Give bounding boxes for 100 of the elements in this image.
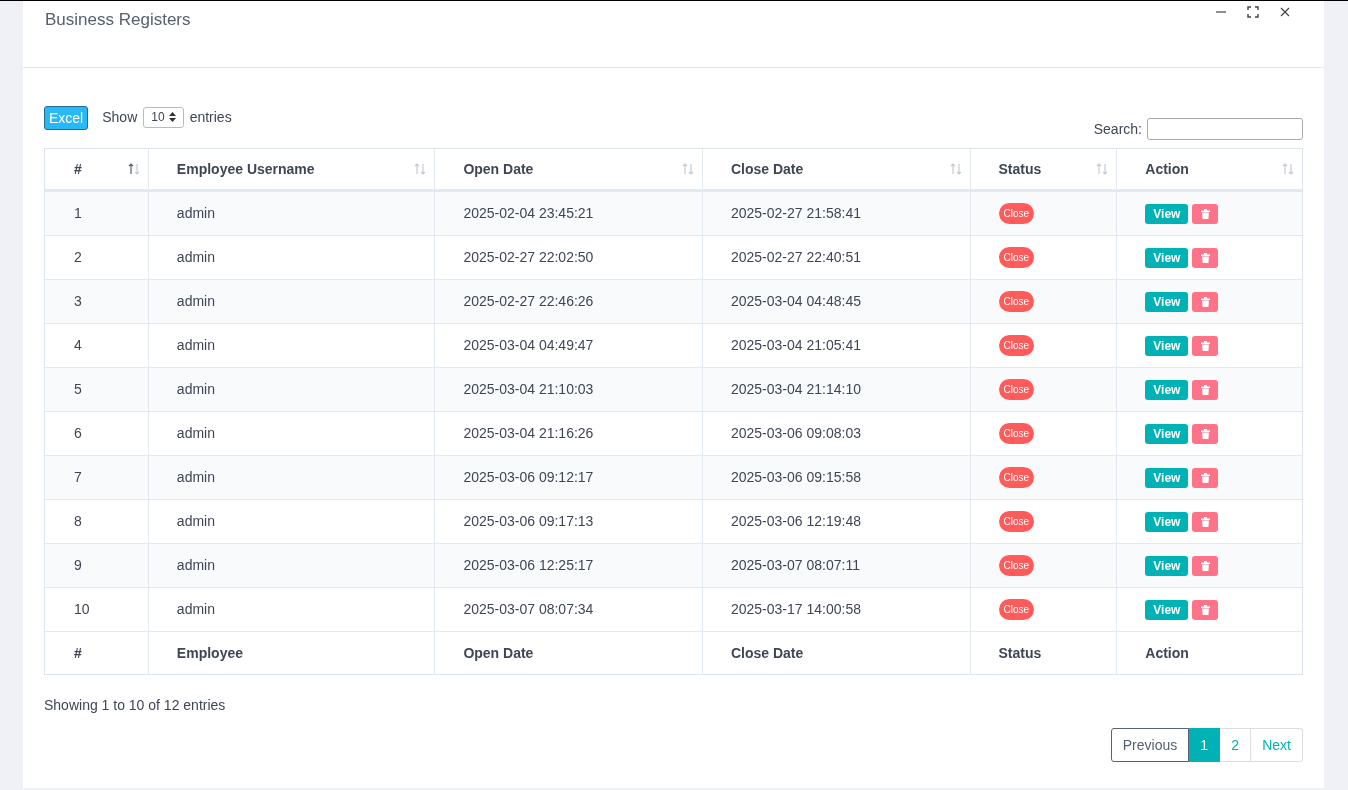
show-label: Show [102,107,138,127]
next-button[interactable]: Next [1251,728,1303,762]
table-cell-text: admin [176,600,215,619]
column-header[interactable]: # [74,158,82,180]
table-cell-text: 6 [74,424,82,443]
search-label: Search: [1093,119,1142,139]
table-cell-text: 2025-03-06 09:15:58 [730,468,861,487]
trash-icon [1200,604,1210,615]
table-cell-text: 7 [74,468,82,487]
delete-button[interactable] [1192,423,1219,444]
column-header[interactable]: Close Date [730,158,804,180]
table-cell-text: admin [176,380,215,399]
table-cell-text: admin [176,556,215,575]
page-button[interactable]: 1 [1189,728,1221,762]
view-button[interactable]: View [1145,335,1189,356]
entries-info: Showing 1 to 10 of 12 entries [44,697,226,713]
window-title: Business Registers [45,9,191,31]
delete-button[interactable] [1192,599,1219,620]
table-cell-text: admin [176,204,215,223]
table-cell-text: 2025-03-06 12:19:48 [730,512,861,531]
view-button[interactable]: View [1145,203,1189,224]
status-badge: Close [998,335,1035,356]
trash-icon [1200,384,1210,395]
table-cell-text: 2025-03-06 09:12:17 [463,468,594,487]
column-footer: Open Date [463,642,534,664]
column-header[interactable]: Status [998,158,1042,180]
view-button[interactable]: View [1145,555,1189,576]
status-badge: Close [998,511,1035,532]
table-cell-text: 2025-02-27 22:40:51 [730,248,861,267]
table-cell-text: 8 [74,512,82,531]
page-button[interactable]: 2 [1220,728,1252,762]
trash-icon [1200,252,1210,263]
trash-icon [1200,340,1210,351]
column-footer: Status [998,642,1042,664]
view-button[interactable]: View [1145,291,1189,312]
column-footer: Close Date [730,642,804,664]
delete-button[interactable] [1192,555,1219,576]
view-button[interactable]: View [1145,511,1189,532]
entries-label: entries [189,107,232,127]
table-cell-text: 2025-02-04 23:45:21 [463,204,594,223]
table-cell-text: 2025-03-04 04:48:45 [730,292,861,311]
view-button[interactable]: View [1145,599,1189,620]
table-cell-text: 1 [74,204,82,223]
table-cell-text: 2 [74,248,82,267]
search-field[interactable] [1147,118,1303,140]
trash-icon [1200,472,1210,483]
table-cell-text: 9 [74,556,82,575]
delete-button[interactable] [1192,291,1219,312]
table-cell-text: 2025-03-07 08:07:34 [463,600,594,619]
trash-icon [1200,428,1210,439]
trash-icon [1200,516,1210,527]
status-badge: Close [998,291,1035,312]
view-button[interactable]: View [1145,379,1189,400]
table-cell-text: 2025-03-04 04:49:47 [463,336,594,355]
status-badge: Close [998,379,1035,400]
table-cell-text: admin [176,424,215,443]
delete-button[interactable] [1192,203,1219,224]
page-size-select[interactable]: 10 [143,106,184,128]
trash-icon [1200,560,1210,571]
table-cell-text: admin [176,336,215,355]
delete-button[interactable] [1192,511,1219,532]
status-badge: Close [998,203,1035,224]
table-cell-text: 4 [74,336,82,355]
table-cell-text: 10 [74,600,90,619]
view-button[interactable]: View [1145,247,1189,268]
delete-button[interactable] [1192,247,1219,268]
table-cell-text: 2025-03-04 21:05:41 [730,336,861,355]
trash-icon [1200,208,1210,219]
table-cell-text: 5 [74,380,82,399]
table-cell-text: 2025-02-27 22:46:26 [463,292,594,311]
column-header[interactable]: Action [1145,158,1189,180]
table-cell-text: 2025-03-07 08:07:11 [730,556,860,575]
status-badge: Close [998,423,1035,444]
delete-button[interactable] [1192,379,1219,400]
table-cell-text: 2025-03-06 12:25:17 [463,556,594,575]
table-cell-text: 2025-03-04 21:16:26 [463,424,594,443]
status-badge: Close [998,599,1035,620]
column-header[interactable]: Open Date [463,158,534,180]
delete-button[interactable] [1192,335,1219,356]
delete-button[interactable] [1192,467,1219,488]
table-cell-text: admin [176,512,215,531]
table-cell-text: 2025-02-27 21:58:41 [730,204,861,223]
column-header[interactable]: Employee Username [176,158,315,180]
table-cell-text: admin [176,292,215,311]
table-cell-text: 3 [74,292,82,311]
status-badge: Close [998,247,1035,268]
status-badge: Close [998,555,1035,576]
fullscreen-icon[interactable] [1247,6,1259,18]
column-footer: Employee [176,642,243,664]
view-button[interactable]: View [1145,423,1189,444]
status-badge: Close [998,467,1035,488]
table-cell-text: 2025-03-04 21:14:10 [730,380,861,399]
trash-icon [1200,296,1210,307]
column-footer: Action [1145,642,1189,664]
view-button[interactable]: View [1145,467,1189,488]
table-cell-text: 2025-03-17 14:00:58 [730,600,861,619]
table-cell-text: 2025-02-27 22:02:50 [463,248,594,267]
table-cell-text: 2025-03-04 21:10:03 [463,380,594,399]
excel-button[interactable]: Excel [44,106,89,130]
close-icon[interactable] [1279,6,1291,18]
